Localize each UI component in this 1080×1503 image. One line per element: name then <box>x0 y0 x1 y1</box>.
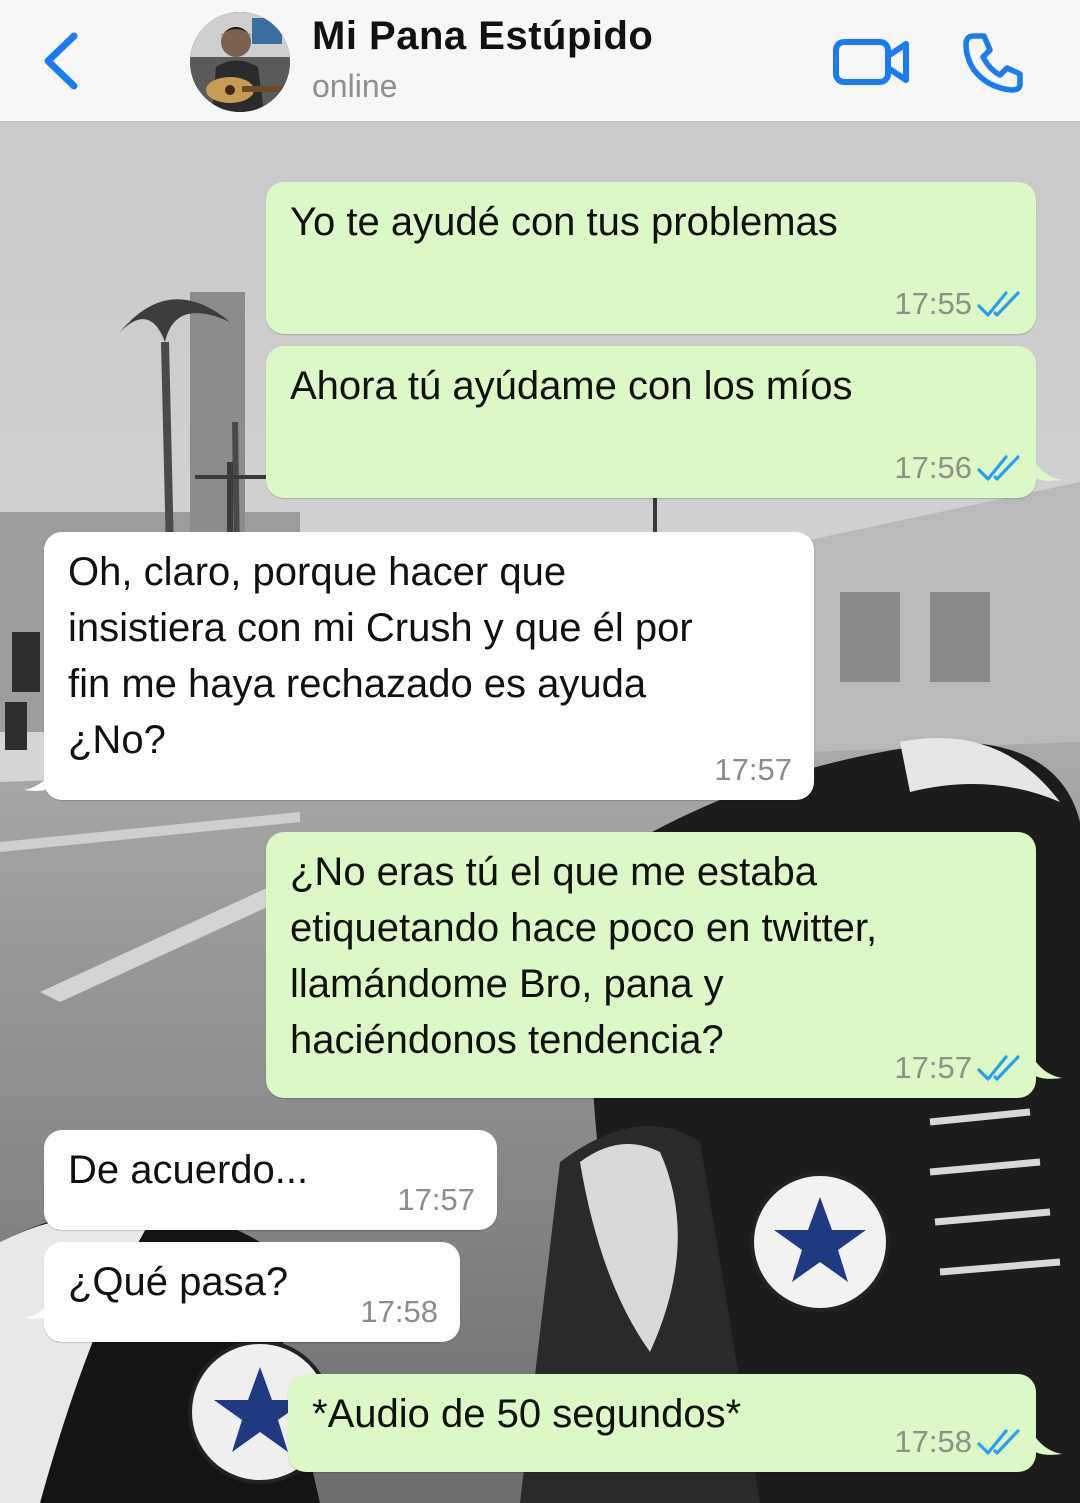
chat-header: Mi Pana Estúpido online <box>0 0 1080 122</box>
message-outgoing[interactable]: *Audio de 50 segundos* 17:58 <box>288 1374 1036 1472</box>
message-text-line: ¿No? <box>68 718 166 762</box>
message-meta: 17:58 <box>894 1422 1022 1462</box>
message-outgoing[interactable]: Ahora tú ayúdame con los míos 17:56 <box>266 346 1036 498</box>
contact-status: online <box>312 68 398 104</box>
message-text-line: fin me haya rechazado es ayuda <box>68 662 647 706</box>
video-camera-icon[interactable] <box>832 34 912 90</box>
message-meta: 17:55 <box>894 284 1022 324</box>
message-text: Ahora tú ayúdame con los míos <box>290 364 853 408</box>
message-time: 17:57 <box>894 1050 972 1085</box>
message-outgoing[interactable]: ¿No eras tú el que me estaba etiquetando… <box>266 832 1036 1098</box>
chevron-left-icon[interactable] <box>38 30 84 92</box>
message-incoming[interactable]: Oh, claro, porque hacer que insistiera c… <box>44 532 814 800</box>
message-incoming[interactable]: De acuerdo... 17:57 <box>44 1130 497 1230</box>
message-time: 17:55 <box>894 286 972 321</box>
message-meta: 17:56 <box>894 448 1022 488</box>
message-time: 17:58 <box>894 1424 972 1459</box>
message-meta: 17:58 <box>360 1292 438 1332</box>
message-outgoing[interactable]: Yo te ayudé con tus problemas 17:55 <box>266 182 1036 334</box>
contact-name[interactable]: Mi Pana Estúpido <box>312 14 653 59</box>
avatar-image <box>190 12 290 112</box>
double-check-read-icon <box>977 455 1020 481</box>
double-check-read-icon <box>977 291 1020 317</box>
message-text-line: etiquetando hace poco en twitter, <box>290 906 878 950</box>
message-meta: 17:57 <box>397 1180 475 1220</box>
message-text-line: ¿No eras tú el que me estaba <box>290 850 817 894</box>
double-check-read-icon <box>977 1055 1020 1081</box>
message-meta: 17:57 <box>894 1048 1022 1088</box>
double-check-read-icon <box>977 1429 1020 1455</box>
message-text-line: llamándome Bro, pana y <box>290 962 724 1006</box>
message-time: 17:58 <box>360 1294 438 1329</box>
avatar[interactable] <box>190 12 290 112</box>
message-meta: 17:57 <box>714 750 792 790</box>
message-text-line: insistiera con mi Crush y que él por <box>68 606 693 650</box>
message-incoming[interactable]: ¿Qué pasa? 17:58 <box>44 1242 460 1342</box>
message-time: 17:57 <box>714 752 792 787</box>
message-text: Yo te ayudé con tus problemas <box>290 200 838 244</box>
message-time: 17:56 <box>894 450 972 485</box>
phone-icon[interactable] <box>960 30 1026 96</box>
message-text-line: Oh, claro, porque hacer que <box>68 550 567 594</box>
message-time: 17:57 <box>397 1182 475 1217</box>
